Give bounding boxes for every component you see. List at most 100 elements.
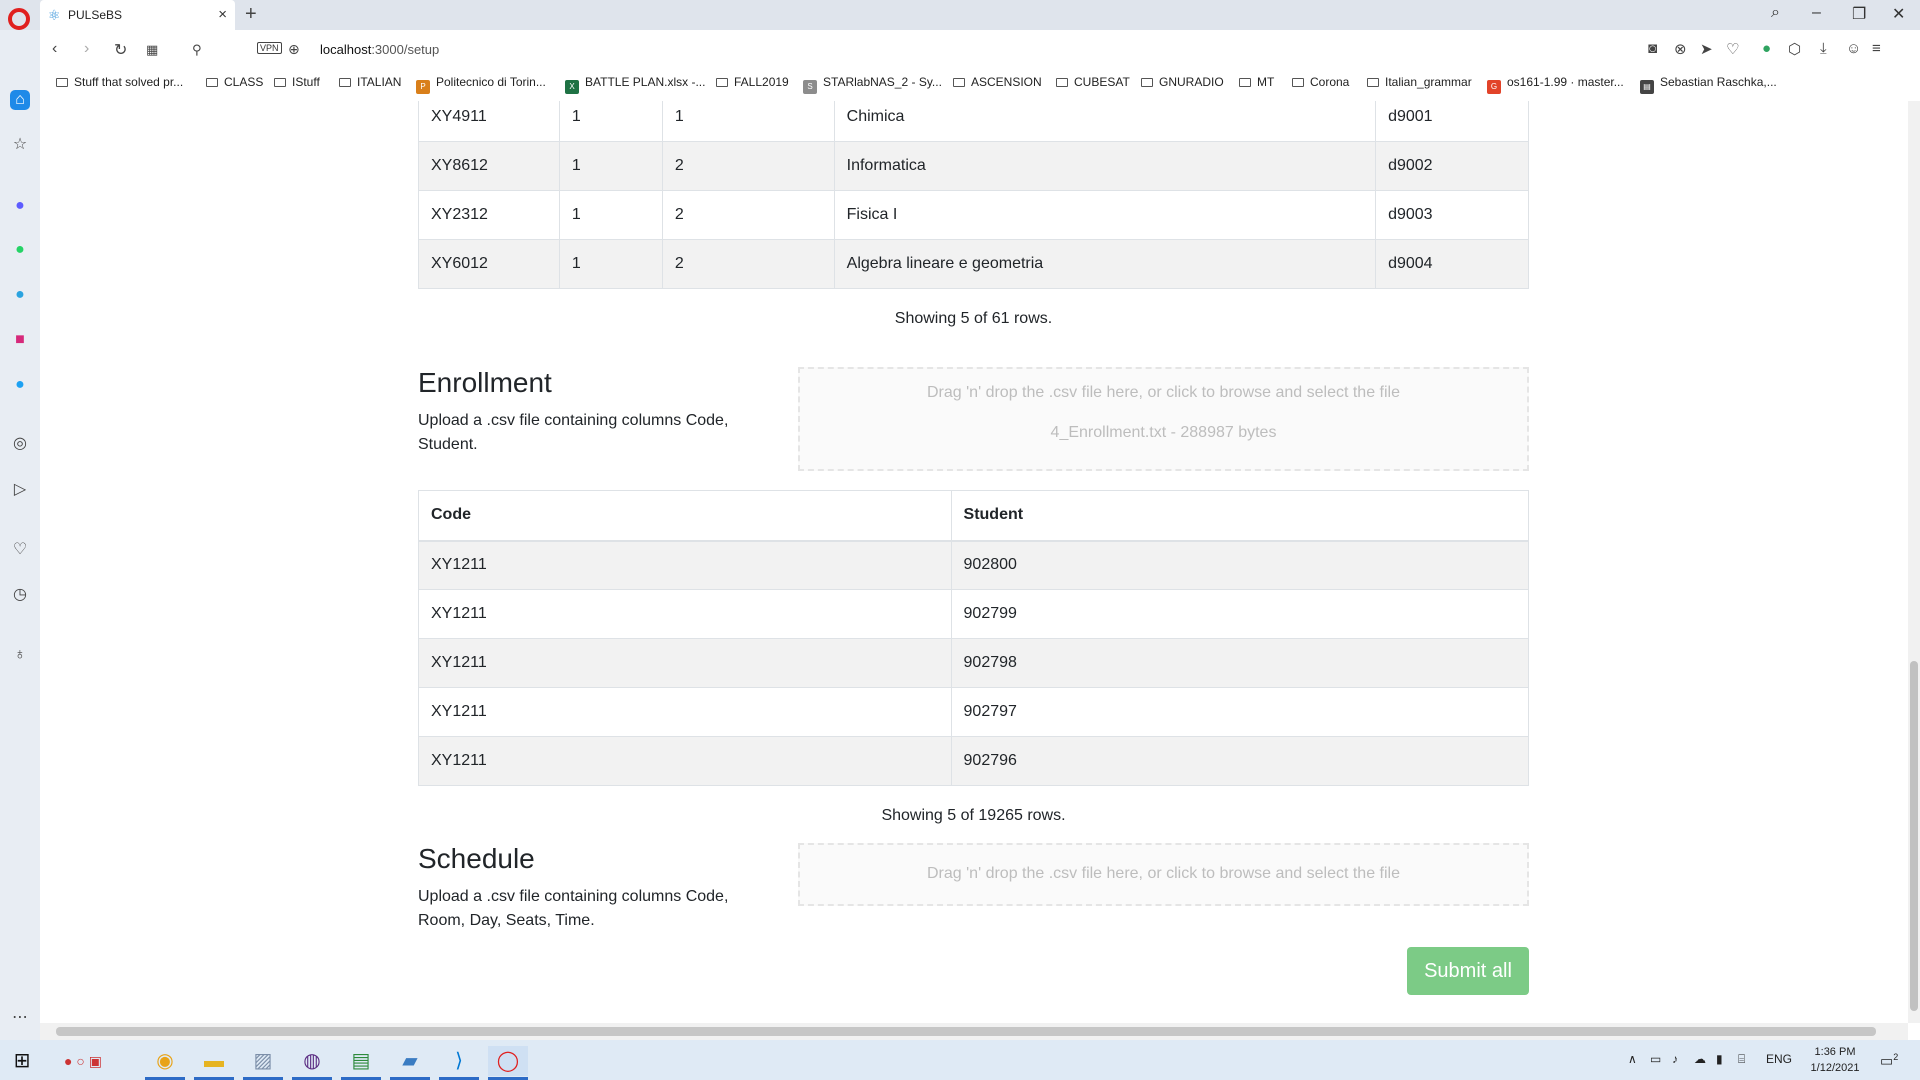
send-icon[interactable]: ➤ [1700, 40, 1713, 58]
course-name-cell: Algebra lineare e geometria [833, 239, 1377, 289]
volume-icon[interactable]: ♪ [1672, 1052, 1678, 1066]
telegram-icon[interactable]: ● [10, 285, 30, 305]
bookmark-item[interactable]: CLASS [206, 75, 263, 89]
history-icon[interactable]: ◷ [10, 585, 30, 605]
bookmark-item[interactable]: IStuff [274, 75, 320, 89]
grammarly-icon[interactable]: ● [1762, 40, 1771, 57]
notepad-icon[interactable]: ▤ [341, 1046, 381, 1080]
link-icon[interactable]: ⚲ [192, 42, 202, 58]
new-tab-icon[interactable]: + [245, 3, 257, 26]
react-favicon-icon: ⚛ [48, 7, 61, 23]
bookmark-item[interactable]: Gos161-1.99 · master... [1487, 75, 1624, 94]
folder-icon [716, 78, 728, 87]
vpn-badge[interactable]: VPN [257, 42, 282, 54]
sidebar-more-icon[interactable]: ⋯ [10, 1008, 30, 1028]
flow-send-icon[interactable]: ▷ [10, 480, 30, 500]
language-indicator[interactable]: ENG [1766, 1052, 1792, 1066]
camera-icon[interactable]: ◙ [1648, 40, 1657, 57]
address-bar: ‹ › ↻ ▦ ⚲ VPN ⊕ localhost:3000/setup ◙ ⊗… [40, 30, 1920, 70]
photos-icon[interactable]: ▨ [243, 1046, 283, 1080]
enrollment-table-wrap: Code Student XY1211 902800 XY1211 902799… [418, 490, 1530, 846]
bookmark-item[interactable]: ITALIAN [339, 75, 401, 89]
enrollment-dropzone[interactable]: Drag 'n' drop the .csv file here, or cli… [798, 367, 1529, 471]
battery-icon[interactable]: ▮ [1716, 1052, 1723, 1066]
course-year-cell: 1 [558, 190, 663, 240]
instagram-icon[interactable]: ■ [10, 330, 30, 350]
pinned-mini-icons[interactable]: ● ○ ▣ [48, 1046, 118, 1076]
bookmarks-bar: Stuff that solved pr... CLASS IStuff ITA… [40, 70, 1920, 96]
player-icon[interactable]: ◎ [10, 434, 30, 454]
back-icon[interactable]: ‹ [52, 40, 57, 58]
bookmark-item[interactable]: P Politecnico di Torin... [416, 75, 546, 94]
notifications-icon[interactable]: ▭2 [1880, 1052, 1898, 1070]
whatsapp-icon[interactable]: ● [10, 240, 30, 260]
bookmark-item[interactable]: Corona [1292, 75, 1349, 89]
adblock-icon[interactable]: ⊗ [1674, 40, 1687, 58]
bookmark-item[interactable]: S STARlabNAS_2 - Sy... [803, 75, 942, 94]
minimize-icon[interactable]: – [1812, 4, 1821, 22]
bookmark-item[interactable]: Italian_grammar [1367, 75, 1472, 89]
schedule-dropzone[interactable]: Drag 'n' drop the .csv file here, or cli… [798, 843, 1529, 906]
tab-grid-icon[interactable]: ▦ [146, 42, 158, 58]
close-tab-icon[interactable]: × [218, 6, 227, 23]
windows-start-icon[interactable]: ⊞ [2, 1046, 42, 1076]
heart-icon[interactable]: ♡ [1726, 40, 1739, 58]
course-code-cell: XY4911 [418, 101, 560, 142]
tips-bulb-icon[interactable]: ♁ [10, 645, 30, 665]
search-tabs-icon[interactable]: ⌕ [1771, 4, 1780, 22]
close-window-icon[interactable]: ✕ [1892, 4, 1905, 24]
account-icon[interactable]: ☺ [1846, 40, 1861, 57]
messenger-icon[interactable]: ● [10, 196, 30, 216]
bookmark-item[interactable]: X BATTLE PLAN.xlsx -... [565, 75, 705, 94]
bookmark-item[interactable]: ▤ Sebastian Raschka,... [1640, 75, 1777, 94]
table-row: XY1211 902799 [418, 589, 1530, 639]
pinboard-icon[interactable]: ☆ [10, 135, 30, 155]
taskbar-clock[interactable]: 1:36 PM 1/12/2021 [1800, 1044, 1870, 1076]
speed-dial-icon[interactable]: ⌂ [10, 90, 30, 110]
reload-icon[interactable]: ↻ [114, 40, 127, 60]
enrollment-title: Enrollment [418, 367, 552, 398]
enrollment-section: Enrollment Upload a .csv file containing… [418, 367, 1529, 487]
opera-taskbar-icon[interactable]: ◯ [488, 1046, 528, 1080]
synology-icon: S [803, 80, 817, 94]
enrollment-code-cell: XY1211 [418, 589, 952, 639]
table-row: XY8612 1 2 Informatica d9002 [418, 141, 1529, 191]
scrollbar-thumb[interactable] [1910, 661, 1918, 1011]
bookmark-item[interactable]: MT [1239, 75, 1274, 89]
clock-date: 1/12/2021 [1810, 1062, 1860, 1074]
folder-icon [1239, 78, 1251, 87]
onedrive-icon[interactable]: ☁ [1694, 1052, 1706, 1066]
vscode-icon[interactable]: ⟩ [439, 1046, 479, 1080]
submit-all-button[interactable]: Submit all [1407, 947, 1529, 995]
horizontal-scrollbar[interactable] [40, 1023, 1908, 1040]
tab-pulsebs[interactable]: ⚛ PULSeBS × [40, 0, 235, 30]
restore-icon[interactable]: ❐ [1852, 4, 1866, 24]
twitter-icon[interactable]: ● [10, 375, 30, 395]
vertical-scrollbar[interactable] [1908, 101, 1920, 1023]
bookmark-item[interactable]: Stuff that solved pr... [56, 75, 183, 89]
easy-setup-icon[interactable]: ≡ [1872, 40, 1881, 57]
scrollbar-thumb[interactable] [56, 1027, 1876, 1036]
course-teacher-cell: d9001 [1375, 101, 1529, 142]
notepadpp-icon[interactable]: ▰ [390, 1046, 430, 1080]
opera-logo-icon[interactable] [8, 8, 30, 30]
file-explorer-icon[interactable]: ▬ [194, 1046, 234, 1080]
url-field[interactable]: localhost:3000/setup [320, 42, 439, 57]
network-icon[interactable]: ⌸ [1738, 1052, 1745, 1067]
bookmark-item[interactable]: GNURADIO [1141, 75, 1224, 89]
download-icon[interactable]: ⤓ [1820, 40, 1827, 57]
favorites-heart-icon[interactable]: ♡ [10, 540, 30, 560]
chrome-icon[interactable]: ◉ [145, 1046, 185, 1080]
course-semester-cell: 1 [661, 101, 835, 142]
tray-device-icon[interactable]: ▭ [1650, 1052, 1661, 1066]
bookmark-item[interactable]: CUBESAT [1056, 75, 1130, 89]
tor-browser-icon[interactable]: ◍ [292, 1046, 332, 1080]
bookmark-item[interactable]: FALL2019 [716, 75, 789, 89]
extensions-cube-icon[interactable]: ⬡ [1788, 40, 1801, 58]
tray-chevron-icon[interactable]: ∧ [1628, 1052, 1637, 1066]
column-header-student: Student [950, 490, 1530, 542]
schedule-description: Upload a .csv file containing columns Co… [418, 888, 729, 929]
browser-tab-bar: ⚛ PULSeBS × + ⌕ – ❐ ✕ [0, 0, 1920, 30]
bookmark-item[interactable]: ASCENSION [953, 75, 1042, 89]
forward-icon[interactable]: › [84, 40, 89, 58]
